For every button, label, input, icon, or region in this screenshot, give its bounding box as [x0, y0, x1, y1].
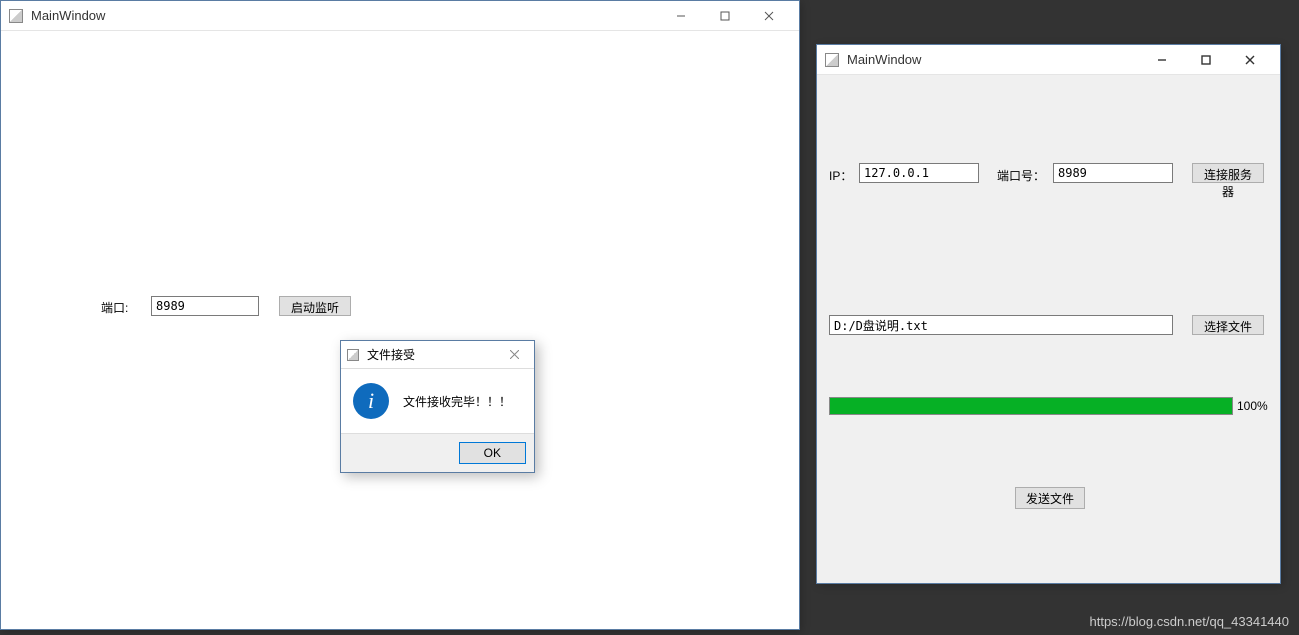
- minimize-icon: [676, 11, 686, 21]
- window-controls: [659, 2, 791, 30]
- connect-button[interactable]: 连接服务器: [1192, 163, 1264, 183]
- info-icon: i: [353, 383, 389, 419]
- progress-text: 100%: [1237, 399, 1268, 413]
- progress-fill: [830, 398, 1232, 414]
- maximize-button[interactable]: [703, 2, 747, 30]
- dialog-titlebar[interactable]: 文件接受: [341, 341, 534, 369]
- close-icon: [1245, 55, 1255, 65]
- ip-label: IP：: [829, 167, 852, 184]
- minimize-button[interactable]: [659, 2, 703, 30]
- server-titlebar[interactable]: MainWindow: [1, 1, 799, 31]
- send-file-button[interactable]: 发送文件: [1015, 487, 1085, 509]
- file-receive-dialog: 文件接受 i 文件接收完毕！！！ OK: [340, 340, 535, 473]
- client-window: MainWindow IP： 端口号： 连接服务器 选择文件 100% 发送: [816, 44, 1281, 584]
- port-label: 端口:: [101, 299, 128, 316]
- app-icon: [9, 9, 23, 23]
- minimize-button[interactable]: [1140, 46, 1184, 74]
- client-titlebar[interactable]: MainWindow: [817, 45, 1280, 75]
- maximize-button[interactable]: [1184, 46, 1228, 74]
- ok-button[interactable]: OK: [459, 442, 526, 464]
- close-button[interactable]: [747, 2, 791, 30]
- choose-file-button[interactable]: 选择文件: [1192, 315, 1264, 335]
- port-input[interactable]: [1053, 163, 1173, 183]
- server-body: 端口: 启动监听: [1, 31, 799, 629]
- port-input[interactable]: [151, 296, 259, 316]
- server-title: MainWindow: [31, 8, 659, 23]
- dialog-app-icon: [347, 349, 359, 361]
- server-window: MainWindow 端口: 启动监听: [0, 0, 800, 630]
- dialog-message: 文件接收完毕！！！: [403, 393, 511, 410]
- app-icon: [825, 53, 839, 67]
- close-icon: [764, 11, 774, 21]
- progress-bar: [829, 397, 1233, 415]
- maximize-icon: [720, 11, 730, 21]
- minimize-icon: [1157, 55, 1167, 65]
- client-title: MainWindow: [847, 52, 1140, 67]
- dialog-title: 文件接受: [367, 346, 500, 363]
- window-controls: [1140, 46, 1272, 74]
- file-path-input[interactable]: [829, 315, 1173, 335]
- dialog-close-button[interactable]: [500, 343, 528, 367]
- close-icon: [510, 350, 519, 359]
- client-body: IP： 端口号： 连接服务器 选择文件 100% 发送文件: [817, 75, 1280, 583]
- watermark-text: https://blog.csdn.net/qq_43341440: [1090, 614, 1290, 629]
- close-button[interactable]: [1228, 46, 1272, 74]
- listen-button[interactable]: 启动监听: [279, 296, 351, 316]
- dialog-body: i 文件接收完毕！！！: [341, 369, 534, 433]
- ip-input[interactable]: [859, 163, 979, 183]
- port-label: 端口号：: [997, 167, 1045, 184]
- maximize-icon: [1201, 55, 1211, 65]
- progress-wrap: 100%: [829, 397, 1268, 415]
- dialog-footer: OK: [341, 433, 534, 472]
